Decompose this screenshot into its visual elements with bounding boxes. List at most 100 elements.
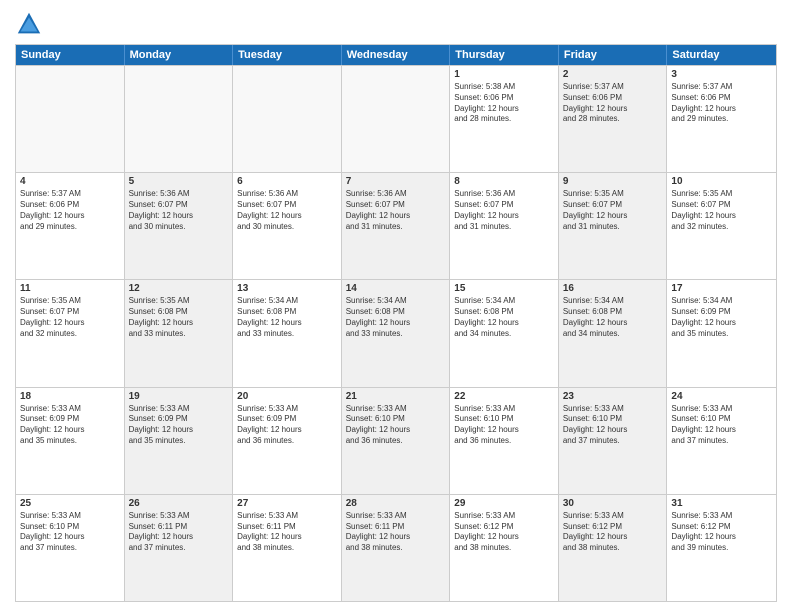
day-number: 9	[563, 176, 663, 187]
day-info: Sunrise: 5:36 AM Sunset: 6:07 PM Dayligh…	[237, 189, 337, 232]
day-number: 18	[20, 391, 120, 402]
calendar-day-22: 22 Sunrise: 5:33 AM Sunset: 6:10 PM Dayli…	[450, 388, 559, 494]
week-row-2: 4 Sunrise: 5:37 AM Sunset: 6:06 PM Daylig…	[16, 172, 776, 279]
empty-cell	[125, 66, 234, 172]
calendar-day-6: 6 Sunrise: 5:36 AM Sunset: 6:07 PM Daylig…	[233, 173, 342, 279]
day-info: Sunrise: 5:35 AM Sunset: 6:07 PM Dayligh…	[563, 189, 663, 232]
day-info: Sunrise: 5:37 AM Sunset: 6:06 PM Dayligh…	[563, 82, 663, 125]
day-info: Sunrise: 5:34 AM Sunset: 6:08 PM Dayligh…	[346, 296, 446, 339]
day-number: 6	[237, 176, 337, 187]
header-day-sunday: Sunday	[16, 45, 125, 65]
day-info: Sunrise: 5:33 AM Sunset: 6:11 PM Dayligh…	[346, 511, 446, 554]
calendar-day-31: 31 Sunrise: 5:33 AM Sunset: 6:12 PM Dayli…	[667, 495, 776, 601]
day-number: 29	[454, 498, 554, 509]
calendar-day-21: 21Sunrise: 5:33 AM Sunset: 6:10 PM Dayli…	[342, 388, 451, 494]
week-row-5: 25Sunrise: 5:33 AM Sunset: 6:10 PM Dayli…	[16, 494, 776, 601]
empty-cell	[16, 66, 125, 172]
calendar-day-24: 24 Sunrise: 5:33 AM Sunset: 6:10 PM Dayli…	[667, 388, 776, 494]
day-info: Sunrise: 5:34 AM Sunset: 6:08 PM Dayligh…	[454, 296, 554, 339]
day-number: 12	[129, 283, 229, 294]
calendar-day-15: 15 Sunrise: 5:34 AM Sunset: 6:08 PM Dayli…	[450, 280, 559, 386]
logo	[15, 10, 47, 38]
header-day-thursday: Thursday	[450, 45, 559, 65]
calendar-day-12: 12Sunrise: 5:35 AM Sunset: 6:08 PM Dayli…	[125, 280, 234, 386]
header-day-monday: Monday	[125, 45, 234, 65]
day-number: 26	[129, 498, 229, 509]
day-number: 24	[671, 391, 772, 402]
day-number: 27	[237, 498, 337, 509]
header-day-tuesday: Tuesday	[233, 45, 342, 65]
header-day-wednesday: Wednesday	[342, 45, 451, 65]
calendar-day-2: 2 Sunrise: 5:37 AM Sunset: 6:06 PM Daylig…	[559, 66, 668, 172]
calendar-day-26: 26 Sunrise: 5:33 AM Sunset: 6:11 PM Dayli…	[125, 495, 234, 601]
calendar-day-5: 5 Sunrise: 5:36 AM Sunset: 6:07 PM Daylig…	[125, 173, 234, 279]
day-number: 20	[237, 391, 337, 402]
calendar-day-30: 30 Sunrise: 5:33 AM Sunset: 6:12 PM Dayli…	[559, 495, 668, 601]
day-info: Sunrise: 5:33 AM Sunset: 6:12 PM Dayligh…	[454, 511, 554, 554]
day-number: 28	[346, 498, 446, 509]
calendar-day-1: 1Sunrise: 5:38 AM Sunset: 6:06 PM Daylig…	[450, 66, 559, 172]
calendar-day-17: 17 Sunrise: 5:34 AM Sunset: 6:09 PM Dayli…	[667, 280, 776, 386]
header	[15, 10, 777, 38]
day-info: Sunrise: 5:36 AM Sunset: 6:07 PM Dayligh…	[454, 189, 554, 232]
day-info: Sunrise: 5:33 AM Sunset: 6:10 PM Dayligh…	[671, 404, 772, 447]
calendar-day-18: 18Sunrise: 5:33 AM Sunset: 6:09 PM Dayli…	[16, 388, 125, 494]
calendar-day-9: 9 Sunrise: 5:35 AM Sunset: 6:07 PM Daylig…	[559, 173, 668, 279]
day-number: 5	[129, 176, 229, 187]
day-info: Sunrise: 5:33 AM Sunset: 6:11 PM Dayligh…	[237, 511, 337, 554]
calendar-day-23: 23 Sunrise: 5:33 AM Sunset: 6:10 PM Dayli…	[559, 388, 668, 494]
week-row-4: 18 Sunrise: 5:33 AM Sunset: 6:09 PM Dayli…	[16, 387, 776, 494]
day-info: Sunrise: 5:38 AM Sunset: 6:06 PM Dayligh…	[454, 82, 554, 125]
day-number: 15	[454, 283, 554, 294]
calendar-day-8: 8 Sunrise: 5:36 AM Sunset: 6:07 PM Daylig…	[450, 173, 559, 279]
day-info: Sunrise: 5:33 AM Sunset: 6:10 PM Dayligh…	[20, 511, 120, 554]
day-number: 3	[671, 69, 772, 80]
day-info: Sunrise: 5:34 AM Sunset: 6:08 PM Dayligh…	[563, 296, 663, 339]
calendar-day-10: 10Sunrise: 5:35 AM Sunset: 6:07 PM Dayli…	[667, 173, 776, 279]
page: SundayMondayTuesdayWednesdayThursdayFrid…	[0, 0, 792, 612]
day-number: 13	[237, 283, 337, 294]
calendar-day-28: 28 Sunrise: 5:33 AM Sunset: 6:11 PM Dayli…	[342, 495, 451, 601]
calendar-day-11: 11 Sunrise: 5:35 AM Sunset: 6:07 PM Dayli…	[16, 280, 125, 386]
day-number: 10	[671, 176, 772, 187]
calendar-body: 1Sunrise: 5:38 AM Sunset: 6:06 PM Daylig…	[16, 65, 776, 601]
day-info: Sunrise: 5:34 AM Sunset: 6:08 PM Dayligh…	[237, 296, 337, 339]
day-info: Sunrise: 5:33 AM Sunset: 6:12 PM Dayligh…	[563, 511, 663, 554]
day-number: 2	[563, 69, 663, 80]
header-day-saturday: Saturday	[667, 45, 776, 65]
day-info: Sunrise: 5:35 AM Sunset: 6:07 PM Dayligh…	[20, 296, 120, 339]
calendar-day-16: 16Sunrise: 5:34 AM Sunset: 6:08 PM Dayli…	[559, 280, 668, 386]
calendar-header: SundayMondayTuesdayWednesdayThursdayFrid…	[16, 45, 776, 65]
calendar-day-19: 19Sunrise: 5:33 AM Sunset: 6:09 PM Dayli…	[125, 388, 234, 494]
day-number: 8	[454, 176, 554, 187]
day-info: Sunrise: 5:33 AM Sunset: 6:10 PM Dayligh…	[454, 404, 554, 447]
day-number: 11	[20, 283, 120, 294]
day-number: 17	[671, 283, 772, 294]
day-info: Sunrise: 5:37 AM Sunset: 6:06 PM Dayligh…	[671, 82, 772, 125]
day-number: 31	[671, 498, 772, 509]
day-info: Sunrise: 5:33 AM Sunset: 6:10 PM Dayligh…	[563, 404, 663, 447]
calendar-day-29: 29 Sunrise: 5:33 AM Sunset: 6:12 PM Dayli…	[450, 495, 559, 601]
empty-cell	[233, 66, 342, 172]
calendar-day-4: 4 Sunrise: 5:37 AM Sunset: 6:06 PM Daylig…	[16, 173, 125, 279]
day-number: 19	[129, 391, 229, 402]
empty-cell	[342, 66, 451, 172]
week-row-1: 1Sunrise: 5:38 AM Sunset: 6:06 PM Daylig…	[16, 65, 776, 172]
day-number: 22	[454, 391, 554, 402]
day-info: Sunrise: 5:33 AM Sunset: 6:12 PM Dayligh…	[671, 511, 772, 554]
day-info: Sunrise: 5:34 AM Sunset: 6:09 PM Dayligh…	[671, 296, 772, 339]
week-row-3: 11 Sunrise: 5:35 AM Sunset: 6:07 PM Dayli…	[16, 279, 776, 386]
calendar-day-14: 14Sunrise: 5:34 AM Sunset: 6:08 PM Dayli…	[342, 280, 451, 386]
day-info: Sunrise: 5:36 AM Sunset: 6:07 PM Dayligh…	[129, 189, 229, 232]
day-number: 30	[563, 498, 663, 509]
day-info: Sunrise: 5:33 AM Sunset: 6:10 PM Dayligh…	[346, 404, 446, 447]
day-info: Sunrise: 5:33 AM Sunset: 6:11 PM Dayligh…	[129, 511, 229, 554]
day-number: 4	[20, 176, 120, 187]
day-info: Sunrise: 5:33 AM Sunset: 6:09 PM Dayligh…	[237, 404, 337, 447]
day-info: Sunrise: 5:36 AM Sunset: 6:07 PM Dayligh…	[346, 189, 446, 232]
day-info: Sunrise: 5:37 AM Sunset: 6:06 PM Dayligh…	[20, 189, 120, 232]
day-number: 7	[346, 176, 446, 187]
day-number: 23	[563, 391, 663, 402]
calendar-day-13: 13 Sunrise: 5:34 AM Sunset: 6:08 PM Dayli…	[233, 280, 342, 386]
calendar-day-20: 20 Sunrise: 5:33 AM Sunset: 6:09 PM Dayli…	[233, 388, 342, 494]
